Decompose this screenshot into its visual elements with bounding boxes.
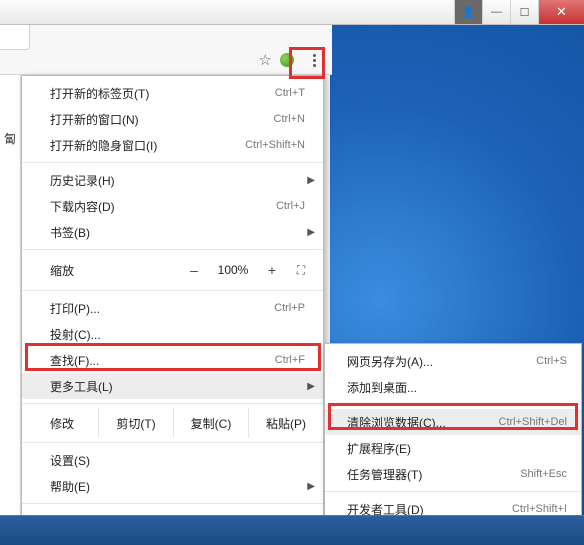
menu-separator <box>22 403 323 404</box>
menu-item-new-window[interactable]: 打开新的窗口(N)Ctrl+N <box>22 106 323 132</box>
menu-item-incognito[interactable]: 打开新的隐身窗口(I)Ctrl+Shift+N <box>22 132 323 158</box>
minimize-icon: — <box>491 6 502 18</box>
bookmark-star-icon[interactable]: ☆ <box>259 51 272 69</box>
chevron-right-icon: ▶ <box>307 227 315 238</box>
windows-taskbar[interactable] <box>0 515 584 545</box>
menu-item-bookmarks[interactable]: 书签(B)▶ <box>22 219 323 245</box>
close-icon: ✕ <box>556 4 567 20</box>
person-icon: 👤 <box>462 6 476 19</box>
chrome-main-menu: 打开新的标签页(T)Ctrl+T 打开新的窗口(N)Ctrl+N 打开新的隐身窗… <box>21 75 324 539</box>
extension-icon[interactable] <box>280 53 294 67</box>
menu-item-new-tab[interactable]: 打开新的标签页(T)Ctrl+T <box>22 80 323 106</box>
zoom-out-button[interactable]: – <box>177 262 211 278</box>
profile-button[interactable]: 👤 <box>454 0 482 24</box>
close-button[interactable]: ✕ <box>538 0 584 24</box>
page-content-strip: 匐 <box>0 75 21 515</box>
submenu-item-extensions[interactable]: 扩展程序(E) <box>325 435 581 461</box>
window-titlebar: 👤 — ☐ ✕ <box>0 0 584 25</box>
menu-item-help[interactable]: 帮助(E)▶ <box>22 473 323 499</box>
chevron-right-icon: ▶ <box>307 481 315 492</box>
menu-separator <box>22 503 323 504</box>
submenu-item-save-as[interactable]: 网页另存为(A)...Ctrl+S <box>325 348 581 374</box>
menu-item-find[interactable]: 查找(F)...Ctrl+F <box>22 347 323 373</box>
zoom-label: 缩放 <box>50 262 177 279</box>
submenu-item-task-manager[interactable]: 任务管理器(T)Shift+Esc <box>325 461 581 487</box>
menu-item-settings[interactable]: 设置(S) <box>22 447 323 473</box>
menu-separator <box>22 162 323 163</box>
minimize-button[interactable]: — <box>482 0 510 24</box>
menu-separator <box>22 442 323 443</box>
menu-separator <box>22 290 323 291</box>
browser-toolbar: ☆ <box>0 25 332 75</box>
menu-item-cast[interactable]: 投射(C)... <box>22 321 323 347</box>
zoom-percent: 100% <box>211 263 255 277</box>
menu-item-downloads[interactable]: 下载内容(D)Ctrl+J <box>22 193 323 219</box>
chrome-menu-button[interactable] <box>302 48 326 72</box>
chevron-right-icon: ▶ <box>307 381 315 392</box>
menu-item-more-tools[interactable]: 更多工具(L)▶ <box>22 373 323 399</box>
menu-item-history[interactable]: 历史记录(H)▶ <box>22 167 323 193</box>
menu-separator <box>325 491 581 492</box>
cut-button[interactable]: 剪切(T) <box>98 408 173 438</box>
menu-separator <box>22 249 323 250</box>
menu-separator <box>325 404 581 405</box>
page-char: 匐 <box>4 130 16 147</box>
submenu-item-clear-data[interactable]: 清除浏览数据(C)...Ctrl+Shift+Del <box>325 409 581 435</box>
vertical-dots-icon <box>313 54 316 67</box>
chevron-right-icon: ▶ <box>307 175 315 186</box>
maximize-button[interactable]: ☐ <box>510 0 538 24</box>
fullscreen-button[interactable]: ⛶ <box>289 263 313 278</box>
paste-button[interactable]: 粘贴(P) <box>248 408 323 438</box>
menu-edit-row: 修改 剪切(T) 复制(C) 粘贴(P) <box>22 408 323 438</box>
edit-label: 修改 <box>50 415 98 432</box>
maximize-icon: ☐ <box>520 6 530 19</box>
zoom-in-button[interactable]: + <box>255 262 289 278</box>
menu-item-print[interactable]: 打印(P)...Ctrl+P <box>22 295 323 321</box>
more-tools-submenu: 网页另存为(A)...Ctrl+S 添加到桌面... 清除浏览数据(C)...C… <box>324 343 582 527</box>
submenu-item-add-desktop[interactable]: 添加到桌面... <box>325 374 581 400</box>
menu-zoom-row: 缩放 – 100% + ⛶ <box>22 254 323 286</box>
copy-button[interactable]: 复制(C) <box>173 408 248 438</box>
